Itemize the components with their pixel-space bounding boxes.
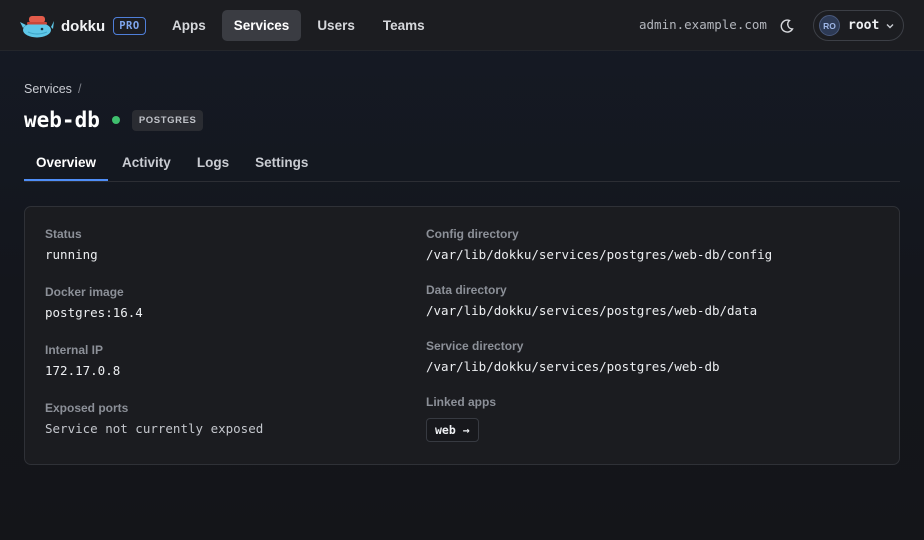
linked-apps-label: Linked apps (426, 395, 497, 409)
status-value: running (45, 247, 98, 262)
field-data-directory: Data directory /var/lib/dokku/services/p… (426, 283, 866, 319)
data-directory-label: Data directory (426, 283, 507, 297)
breadcrumb-separator: / (77, 82, 82, 96)
field-service-directory: Service directory /var/lib/dokku/service… (426, 339, 866, 375)
tab-settings[interactable]: Settings (243, 146, 320, 181)
moon-icon[interactable] (779, 18, 795, 34)
service-directory-label: Service directory (426, 339, 524, 353)
nav-services[interactable]: Services (221, 10, 302, 41)
avatar: RO (819, 15, 840, 36)
field-config-directory: Config directory /var/lib/dokku/services… (426, 227, 866, 263)
field-docker-image: Docker image postgres:16.4 (45, 285, 485, 321)
status-indicator-dot (111, 116, 120, 124)
internal-ip-value: 172.17.0.8 (45, 363, 121, 378)
exposed-ports-value: Service not currently exposed (45, 421, 264, 436)
config-directory-value: /var/lib/dokku/services/postgres/web-db/… (426, 247, 773, 262)
service-details-card: Status running Docker image postgres:16.… (24, 206, 900, 465)
pro-badge: PRO (113, 17, 146, 35)
top-navbar: dokku PRO Apps Services Users Teams admi… (0, 0, 924, 51)
page-title: web-db (24, 108, 100, 132)
nav-users[interactable]: Users (305, 10, 367, 41)
brand-home-link[interactable]: dokku PRO (20, 12, 146, 40)
main-nav: Apps Services Users Teams (160, 10, 437, 41)
service-tabs: Overview Activity Logs Settings (24, 146, 900, 182)
host-name: admin.example.com (639, 17, 767, 32)
tab-logs[interactable]: Logs (185, 146, 241, 181)
status-label: Status (45, 227, 82, 241)
field-linked-apps: Linked apps web → (426, 395, 866, 442)
page-title-row: web-db POSTGRES (24, 106, 204, 134)
field-status: Status running (45, 227, 485, 263)
user-menu-button[interactable]: RO root (813, 10, 904, 41)
nav-apps[interactable]: Apps (160, 10, 218, 41)
docker-image-value: postgres:16.4 (45, 305, 143, 320)
docker-image-label: Docker image (45, 285, 124, 299)
user-name: root (848, 18, 880, 33)
chevron-down-icon (886, 23, 894, 28)
breadcrumb: Services / (24, 82, 81, 96)
service-type-badge: POSTGRES (131, 109, 204, 131)
tab-activity[interactable]: Activity (110, 146, 183, 181)
field-exposed-ports: Exposed ports Service not currently expo… (45, 401, 485, 437)
service-directory-value: /var/lib/dokku/services/postgres/web-db (426, 359, 720, 374)
exposed-ports-label: Exposed ports (45, 401, 129, 415)
tab-overview[interactable]: Overview (24, 146, 109, 181)
internal-ip-label: Internal IP (45, 343, 104, 357)
nav-teams[interactable]: Teams (371, 10, 437, 41)
breadcrumb-services-link[interactable]: Services (24, 82, 72, 96)
field-internal-ip: Internal IP 172.17.0.8 (45, 343, 485, 379)
linked-app-web-link[interactable]: web → (426, 418, 479, 442)
data-directory-value: /var/lib/dokku/services/postgres/web-db/… (426, 303, 758, 318)
dokku-whale-logo-icon (20, 16, 54, 38)
config-directory-label: Config directory (426, 227, 519, 241)
brand-name: dokku (61, 17, 106, 35)
